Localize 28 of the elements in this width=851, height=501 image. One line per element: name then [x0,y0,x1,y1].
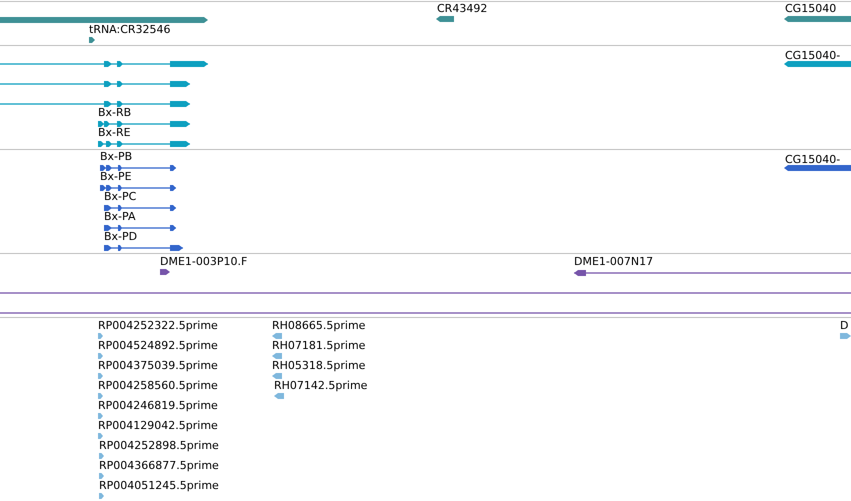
feature-label: RH07181.5prime [272,340,366,352]
feature-label: RP004524892.5prime [98,340,218,352]
feature-label: Bx-PB [100,151,132,163]
feature-label: Bx-PC [104,191,136,203]
feature-label: RP004051245.5prime [99,480,219,492]
feature-label: DME1-003P10.F [160,256,248,268]
feature-label: CG15040- [785,50,840,62]
feature-label: CG15040 [785,3,836,15]
feature-label: DME1-007N17 [574,256,654,268]
feature-label: RP004252322.5prime [98,320,218,332]
feature-label: RP004258560.5prime [98,380,218,392]
feature-label: tRNA:CR32546 [89,24,171,36]
feature-label: CR43492 [437,3,488,15]
feature-label: RP004366877.5prime [99,460,219,472]
feature-label: Bx-RB [98,107,132,119]
feature-label: Bx-PE [100,171,132,183]
feature-label: D [840,320,848,332]
feature-label: RP004375039.5prime [98,360,218,372]
feature-label: RP004129042.5prime [98,420,218,432]
feature-label: RH05318.5prime [272,360,366,372]
feature-label: RP004252898.5prime [99,440,219,452]
feature-label: RH08665.5prime [272,320,366,332]
feature-label: Bx-PA [104,211,136,223]
feature-label: RP004246819.5prime [98,400,218,412]
feature-label: RH07142.5prime [274,380,368,392]
feature-label: Bx-PD [104,231,138,243]
feature-label: CG15040- [785,154,840,166]
feature-label: Bx-RE [98,127,131,139]
